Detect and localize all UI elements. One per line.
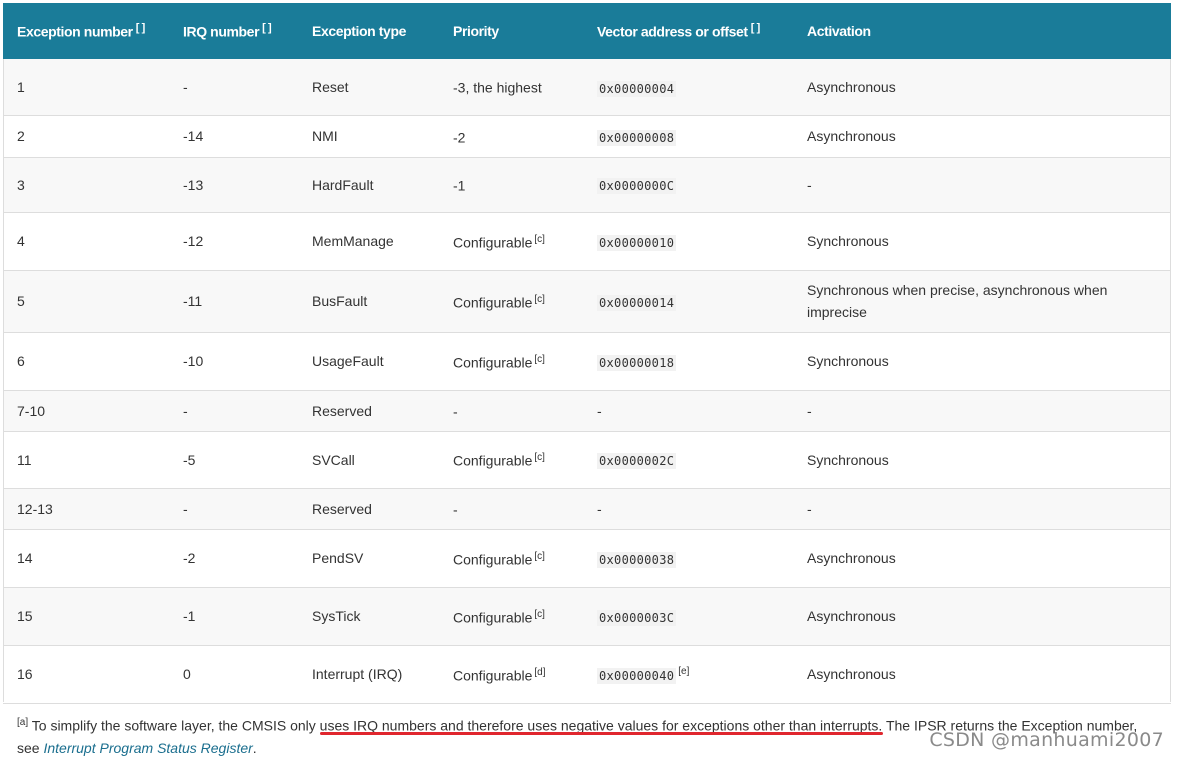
header-exception-type: Exception type [298,3,439,59]
cell-activation: Synchronous when precise, asynchronous w… [793,270,1171,333]
cell-irq-number: -11 [169,270,298,333]
table-row: 4 -12 MemManage Configurable [c] 0x00000010 Sy… [3,212,1171,271]
header-priority: Priority [439,3,583,59]
cell-vector-address: 0x00000038 [583,529,793,588]
cell-irq-number: -10 [169,332,298,391]
cell-priority: Configurable [c] [439,431,583,489]
cell-irq-number: -12 [169,212,298,271]
header-exception-number: Exception number[ ] [3,3,169,59]
cell-irq-number: -1 [169,587,298,646]
table-row: 14 -2 PendSV Configurable [c] 0x00000038 Async… [3,529,1171,588]
cell-priority: - [439,390,583,432]
cell-exception-type: NMI [298,115,439,158]
cell-exception-number: 15 [3,587,169,646]
cell-vector-address: 0x00000008 [583,115,793,158]
cell-vector-address: 0x00000010 [583,212,793,271]
cell-irq-number: -14 [169,115,298,158]
cell-exception-type: PendSV [298,529,439,588]
cell-irq-number: -2 [169,529,298,588]
cell-vector-address: - [583,488,793,530]
cell-exception-number: 5 [3,270,169,333]
cell-exception-number: 14 [3,529,169,588]
cell-exception-type: HardFault [298,157,439,213]
header-irq-number: IRQ number[ ] [169,3,298,59]
cell-activation: Synchronous [793,431,1171,489]
cell-irq-number: -5 [169,431,298,489]
cell-exception-number: 4 [3,212,169,271]
header-activation: Activation [793,3,1171,59]
cell-vector-address: 0x00000040 [e] [583,645,793,704]
cell-activation: Asynchronous [793,59,1171,116]
footnote-marker: [a] [17,717,29,728]
cell-activation: Asynchronous [793,587,1171,646]
cell-activation: Synchronous [793,332,1171,391]
cell-irq-number: -13 [169,157,298,213]
cell-exception-type: Reserved [298,390,439,432]
table-row: 6 -10 UsageFault Configurable [c] 0x00000018 S… [3,332,1171,391]
cell-vector-address: 0x0000000C [583,157,793,213]
table-row: 5 -11 BusFault Configurable [c] 0x00000014 Syn… [3,270,1171,333]
cell-exception-number: 16 [3,645,169,704]
cell-irq-number: - [169,59,298,116]
cell-exception-number: 11 [3,431,169,489]
ipsr-link[interactable]: Interrupt Program Status Register [43,740,252,756]
table-right-border [1170,59,1171,702]
cell-activation: Asynchronous [793,115,1171,158]
cell-activation: - [793,390,1171,432]
cell-exception-number: 6 [3,332,169,391]
cell-priority: Configurable [c] [439,587,583,646]
table-row: 1- Reset -3, the highest 0x00000004 Asynchro… [3,59,1171,116]
cell-activation: Synchronous [793,212,1171,271]
table-row: 16 0 Interrupt (IRQ) Configurable [d] 0x00000… [3,645,1171,704]
table-row: 15 -1 SysTick Configurable [c] 0x0000003C Asyn… [3,587,1171,646]
table-header-row: Exception number[ ] IRQ number[ ] Except… [3,3,1171,59]
cell-irq-number: - [169,488,298,530]
cell-vector-address: 0x0000003C [583,587,793,646]
cell-exception-type: Reserved [298,488,439,530]
red-underline-annotation [320,732,883,735]
cell-exception-number: 1 [3,59,169,116]
cell-activation: Asynchronous [793,529,1171,588]
cell-vector-address: 0x0000002C [583,431,793,489]
cell-vector-address: 0x00000018 [583,332,793,391]
cell-exception-type: MemManage [298,212,439,271]
cell-priority: -1 [439,157,583,213]
exception-table: Exception number[ ] IRQ number[ ] Except… [3,3,1171,704]
cell-exception-type: BusFault [298,270,439,333]
cell-priority: -2 [439,115,583,158]
cell-exception-type: Interrupt (IRQ) [298,645,439,704]
cell-exception-type: SysTick [298,587,439,646]
cell-activation: - [793,157,1171,213]
cell-exception-type: SVCall [298,431,439,489]
cell-priority: Configurable [c] [439,529,583,588]
cell-exception-number: 7-10 [3,390,169,432]
table-row: 7-10- Reserved - - - [3,390,1171,432]
cell-priority: - [439,488,583,530]
cell-vector-address: - [583,390,793,432]
table-row: 3 -13 HardFault -1 0x0000000C - [3,157,1171,213]
cell-exception-number: 3 [3,157,169,213]
cell-priority: Configurable [c] [439,332,583,391]
header-vector-address: Vector address or offset[ ] [583,3,793,59]
cell-vector-address: 0x00000014 [583,270,793,333]
table-left-border [3,59,4,702]
cell-irq-number: - [169,390,298,432]
cell-exception-type: UsageFault [298,332,439,391]
csdn-watermark: CSDN @manhuami2007 [929,729,1164,751]
cell-priority: Configurable [c] [439,212,583,271]
cell-irq-number: 0 [169,645,298,704]
table-row: 11 -5 SVCall Configurable [c] 0x0000002C Synch… [3,431,1171,489]
cell-activation: Asynchronous [793,645,1171,704]
cell-priority: -3, the highest [439,59,583,116]
cell-exception-number: 12-13 [3,488,169,530]
cell-priority: Configurable [d] [439,645,583,704]
cell-priority: Configurable [c] [439,270,583,333]
cell-exception-type: Reset [298,59,439,116]
cell-vector-address: 0x00000004 [583,59,793,116]
table-row: 2 -14 NMI -2 0x00000008 Asynchronous [3,115,1171,158]
cell-exception-number: 2 [3,115,169,158]
cell-activation: - [793,488,1171,530]
table-row: 12-13- Reserved - - - [3,488,1171,530]
